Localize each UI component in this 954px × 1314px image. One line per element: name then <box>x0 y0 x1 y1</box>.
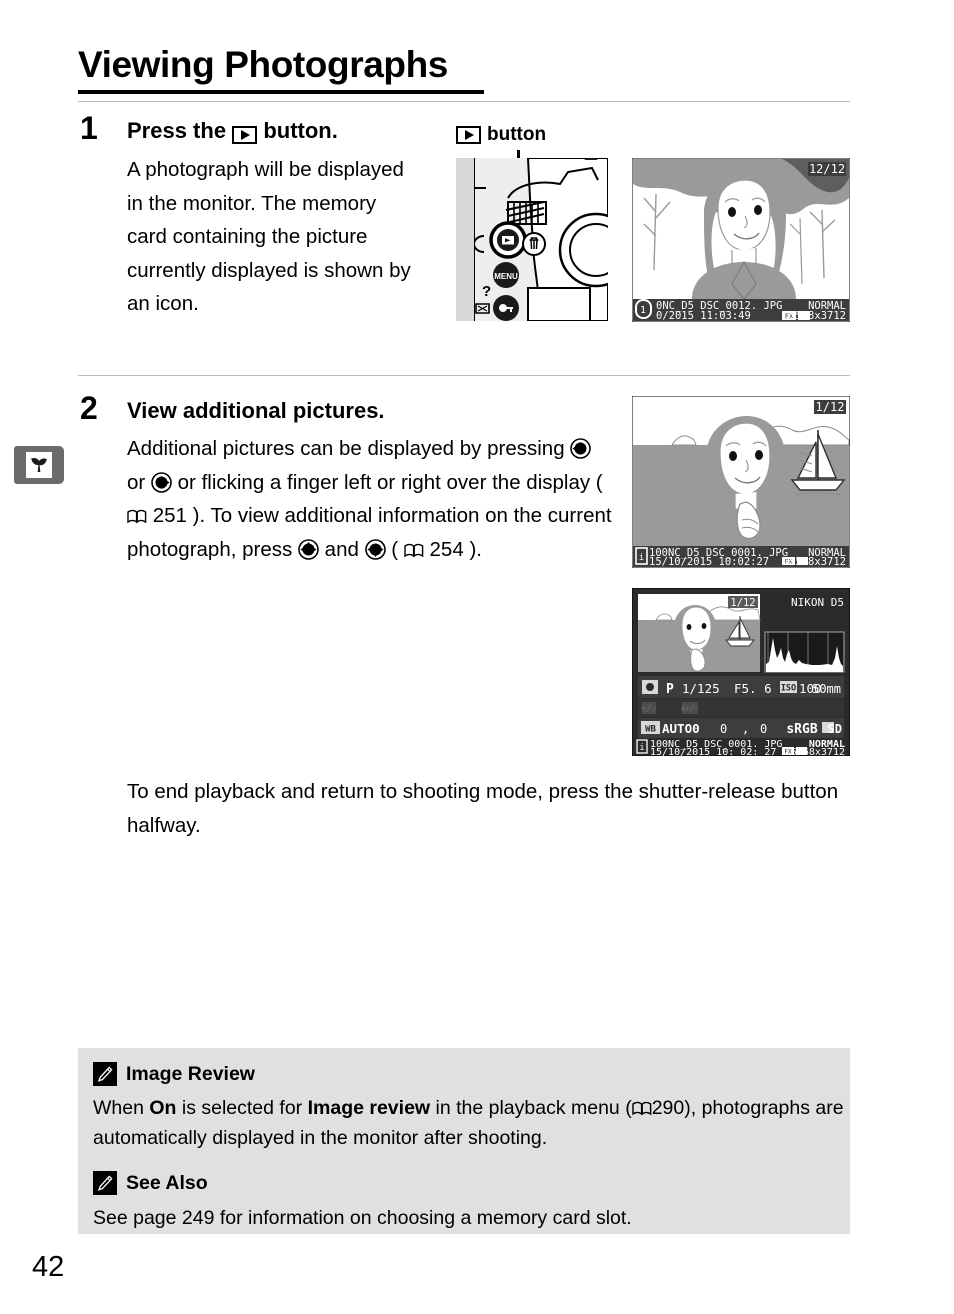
multi-selector-right-icon <box>151 470 172 493</box>
svg-text:15/10/2015 10: 02: 27: 15/10/2015 10: 02: 27 <box>650 747 776 756</box>
note-1-heading: Image Review <box>93 1062 255 1086</box>
pencil-icon <box>93 1171 117 1195</box>
svg-text:MENU: MENU <box>494 272 518 281</box>
multi-selector-left-icon <box>570 436 592 459</box>
svg-text:NIKON D5: NIKON D5 <box>791 596 844 609</box>
step-2-body-part2: or flicking a finger left or right over … <box>177 470 603 494</box>
manual-page: Viewing Photographs 1 Press the button. … <box>0 0 954 1314</box>
svg-text:5568x3712: 5568x3712 <box>791 747 845 756</box>
svg-text:P: P <box>666 682 674 697</box>
page-title: Viewing Photographs <box>78 44 448 85</box>
step-2-body: Additional pictures can be displayed by … <box>127 432 612 566</box>
svg-text:50mm: 50mm <box>812 682 841 696</box>
note-2-text: See page 249 for information on choosing… <box>93 1207 632 1229</box>
page-number: 42 <box>32 1251 65 1283</box>
step-2-body-or: or <box>127 470 146 494</box>
svg-text:F5. 6: F5. 6 <box>734 681 772 696</box>
multi-selector-down-icon <box>364 537 386 560</box>
step-2-body-and: and <box>324 537 359 561</box>
svg-text:0: 0 <box>760 722 767 736</box>
section-tab <box>14 446 64 484</box>
note-2-heading: See Also <box>93 1171 208 1195</box>
svg-text:1/12: 1/12 <box>730 597 755 609</box>
book-icon <box>404 535 424 557</box>
screen-shooting-info: 1/12 NIKON D5 P 1/125 F5. 6 ISO 100 50mm… <box>632 588 850 756</box>
svg-text:4+/-: 4+/- <box>680 704 699 713</box>
pencil-icon <box>93 1062 117 1086</box>
note-1-bold-on: On <box>149 1097 177 1119</box>
step-1-heading-post: button. <box>263 118 338 143</box>
step-2-heading: View additional pictures. <box>127 398 385 423</box>
svg-text:i: i <box>639 743 644 753</box>
note-2-heading-text: See Also <box>126 1171 208 1194</box>
step-2-body-part4: ( <box>391 537 399 561</box>
note-1-ref-page: 290 <box>651 1097 685 1119</box>
step-1-heading-pre: Press the <box>127 118 227 143</box>
svg-text:5568x3712: 5568x3712 <box>789 310 846 322</box>
step-2-ref-page-2: 254 <box>429 537 464 561</box>
svg-text:,: , <box>742 722 749 736</box>
note-1-heading-text: Image Review <box>126 1062 255 1085</box>
step-2-ref-page-1: 251 <box>152 504 187 527</box>
svg-text:?: ? <box>482 283 491 300</box>
step-1-body: A photograph will be displayed in the mo… <box>127 158 411 315</box>
svg-text:1/125: 1/125 <box>682 681 720 696</box>
callout-playback-button: button <box>456 124 546 146</box>
divider-top <box>78 101 850 102</box>
playback-icon <box>232 126 258 144</box>
title-underline <box>78 90 484 94</box>
svg-text:ISO: ISO <box>781 684 796 694</box>
book-icon <box>127 501 147 524</box>
book-icon <box>631 1095 652 1116</box>
svg-text:1/12: 1/12 <box>816 400 845 414</box>
svg-text:15/10/2015 10:02:27: 15/10/2015 10:02:27 <box>649 556 769 568</box>
svg-text:12/12: 12/12 <box>809 162 845 176</box>
step-2-body-part1: Additional pictures can be displayed by … <box>127 437 565 460</box>
screen-playback-next: 1/12 i 100NC_D5 DSC_0001. JPG NORMAL 15/… <box>632 396 850 568</box>
note-1-part1: When <box>93 1097 150 1119</box>
step-2-number: 2 <box>80 390 98 426</box>
playback-icon <box>456 126 481 144</box>
svg-text:+/-: +/- <box>641 704 657 714</box>
note-1-part3: in the playback menu ( <box>430 1097 632 1119</box>
note-1-text: When On is selected for Image review in … <box>93 1093 845 1153</box>
step-1-heading: Press the button. <box>127 118 338 144</box>
svg-text:i: i <box>639 553 644 563</box>
step-1-number: 1 <box>80 110 98 146</box>
callout-label: button <box>487 124 547 145</box>
note-1-bold-image-review: Image review <box>307 1097 431 1119</box>
screen-playback-full: 12/12 1 0NC_D5 DSC_0012. JPG NORMAL 0/20… <box>632 158 850 322</box>
svg-text:0/2015 11:03:49: 0/2015 11:03:49 <box>656 310 751 322</box>
svg-text:WB: WB <box>645 725 656 735</box>
svg-text:0: 0 <box>720 722 727 736</box>
camera-back-illustration: MENU ? <box>456 158 608 321</box>
seedling-icon <box>26 452 52 478</box>
closing-paragraph: To end playback and return to shooting m… <box>127 780 839 837</box>
svg-text:1: 1 <box>640 305 646 316</box>
note-1-part2: is selected for <box>176 1097 308 1119</box>
svg-text:SD: SD <box>828 722 842 736</box>
svg-text:AUTO0: AUTO0 <box>662 721 700 736</box>
multi-selector-up-icon <box>298 537 319 560</box>
svg-text:5568x3712: 5568x3712 <box>789 556 846 568</box>
svg-text:sRGB: sRGB <box>786 722 817 737</box>
step-2-body-part5: ). <box>469 537 482 561</box>
divider-mid <box>78 375 850 376</box>
